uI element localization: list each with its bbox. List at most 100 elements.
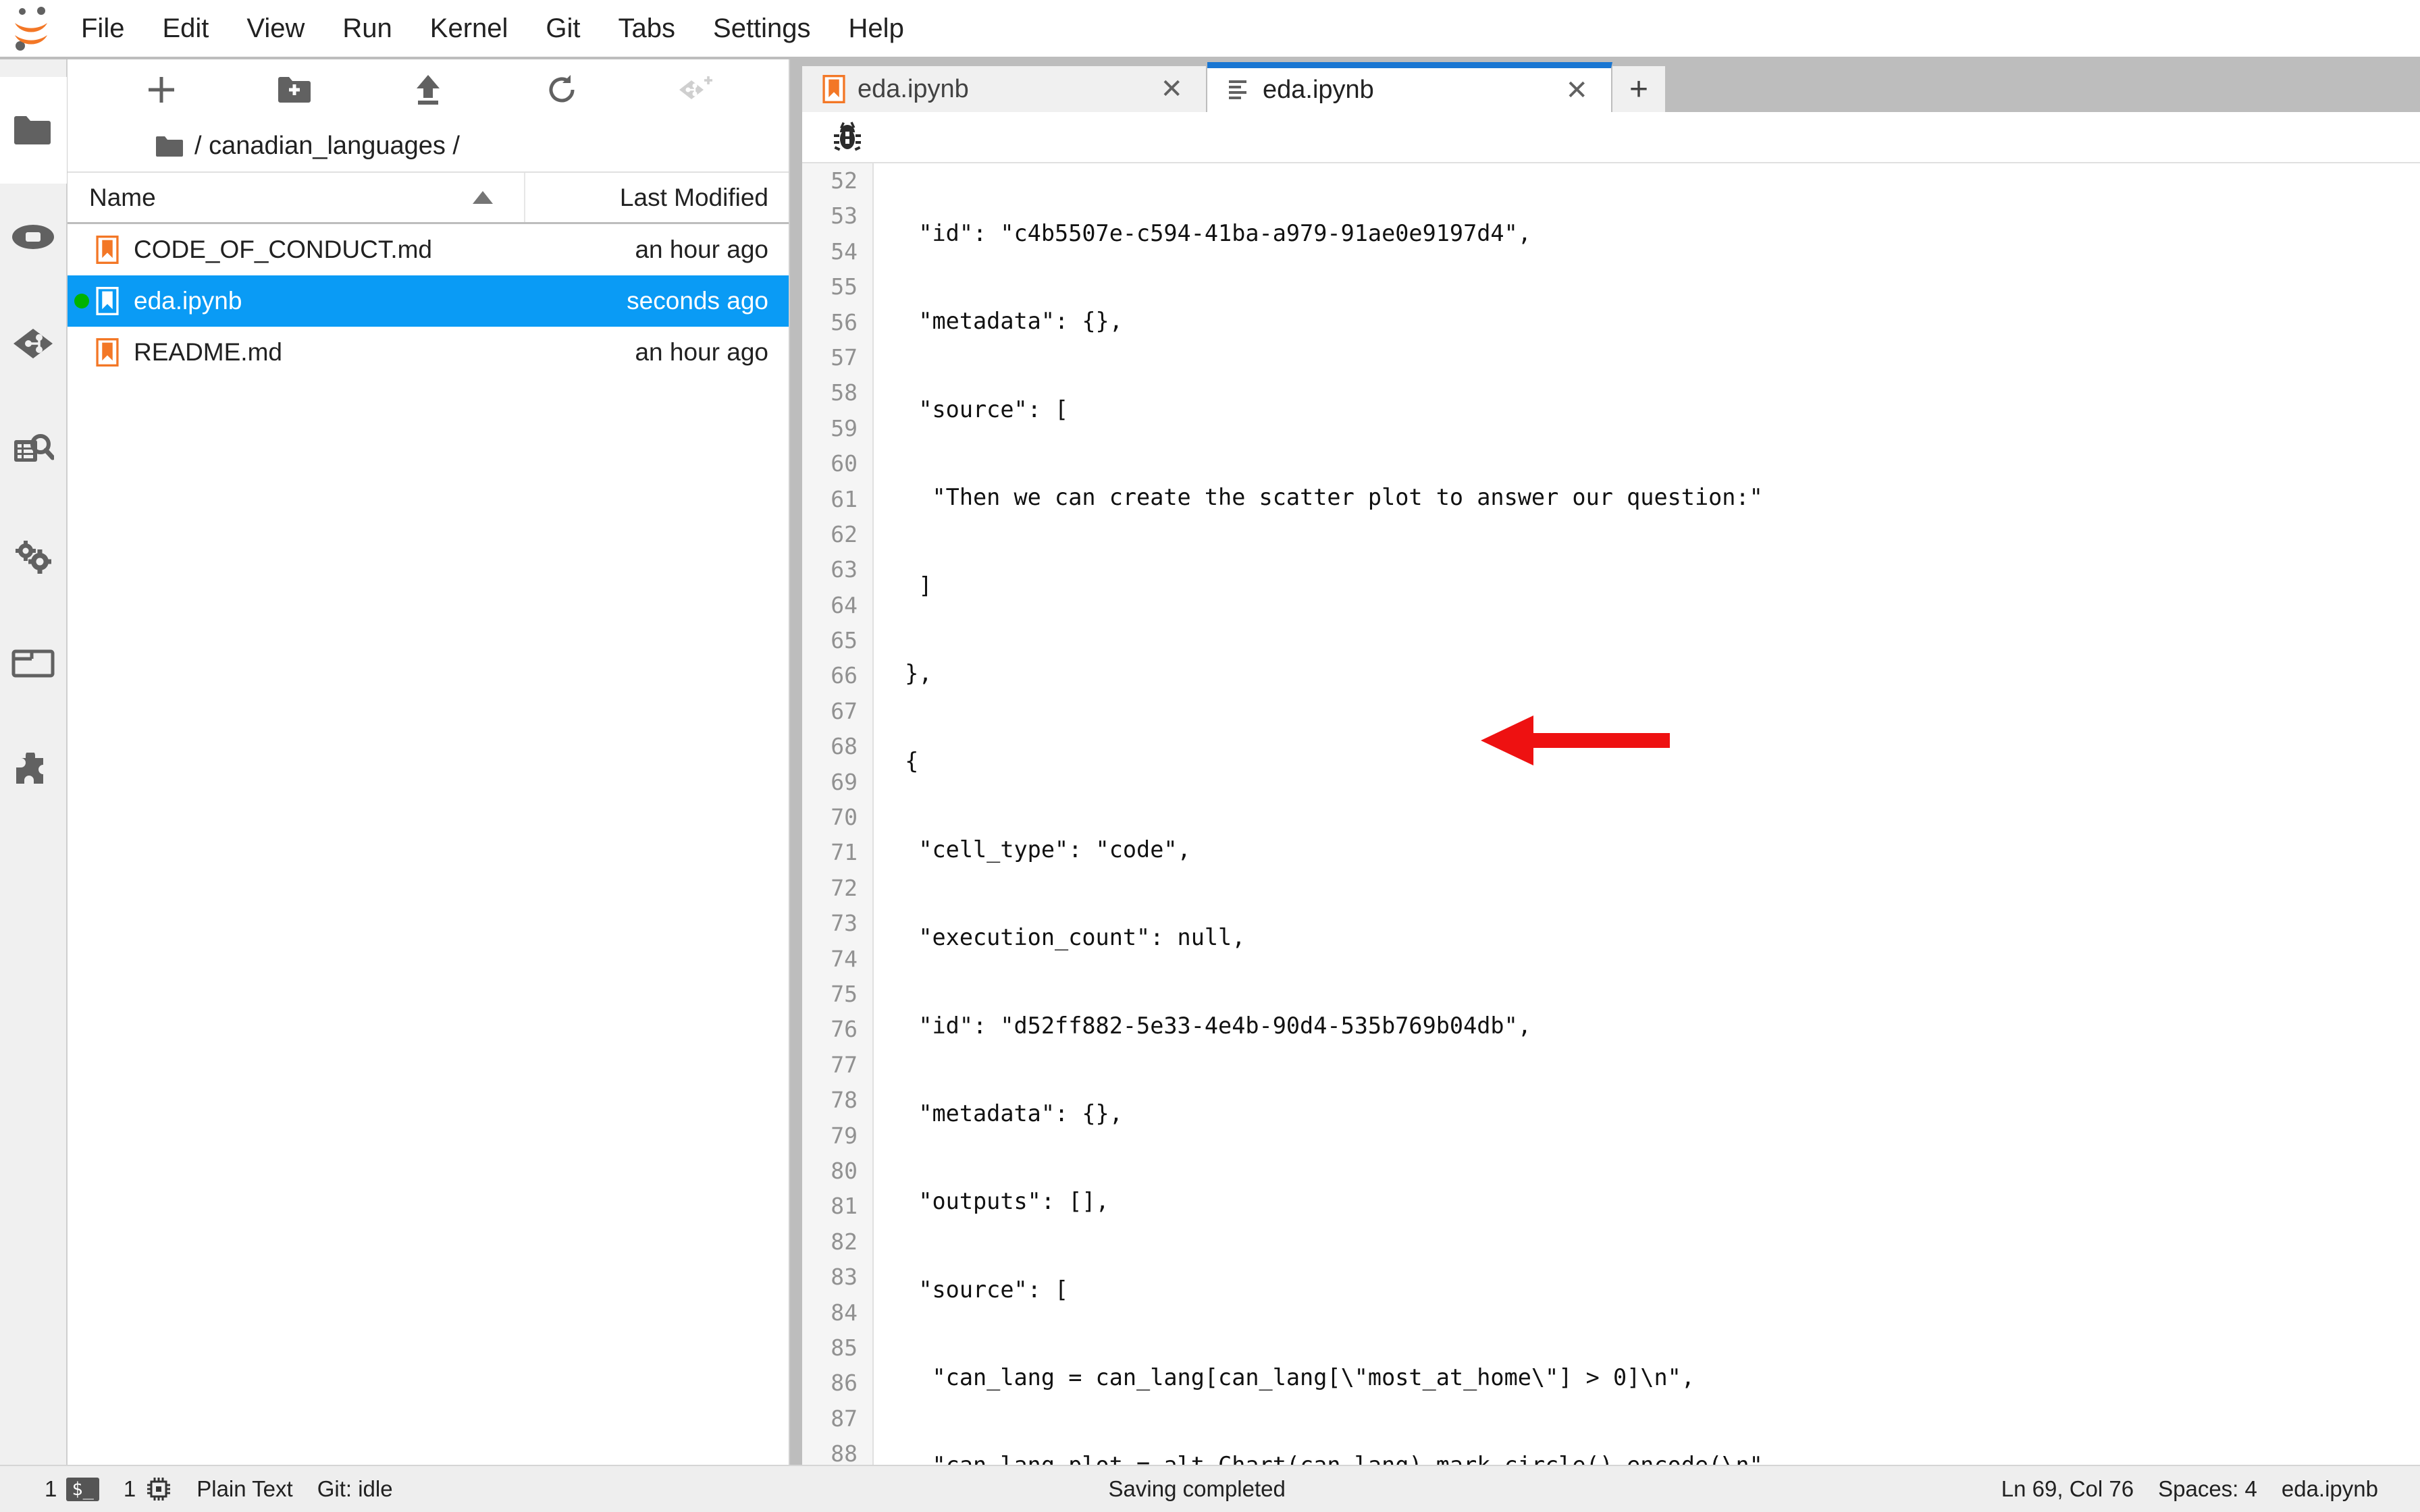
menu-help[interactable]: Help (830, 7, 923, 51)
line-number: 74 (831, 945, 858, 972)
code-line: ] (891, 572, 932, 599)
sidebar-item-property-inspector[interactable] (0, 397, 67, 504)
code-line: "can_lang = can_lang[can_lang[\"most_at_… (891, 1364, 1695, 1391)
kernels-count: 1 (123, 1476, 136, 1501)
file-name-label: eda.ipynb (134, 287, 242, 315)
tab-eda-notebook[interactable]: eda.ipynb ✕ (802, 66, 1207, 112)
file-browser-toolbar (68, 59, 789, 120)
terminal-icon: $_ (66, 1477, 99, 1501)
menu-git[interactable]: Git (527, 7, 599, 51)
code-line: "outputs": [], (891, 1188, 1109, 1215)
terminals-status[interactable]: 1 $_ (32, 1476, 111, 1502)
line-number: 86 (831, 1370, 858, 1397)
list-item[interactable]: eda.ipynb seconds ago (68, 275, 789, 327)
file-name-label: README.md (134, 338, 282, 366)
menu-tabs[interactable]: Tabs (600, 7, 695, 51)
line-number: 79 (831, 1122, 858, 1149)
line-number: 83 (831, 1264, 858, 1291)
new-launcher-button[interactable] (95, 59, 228, 120)
notebook-file-icon (96, 287, 119, 315)
main-body: / canadian_languages / Name Last Modifie… (0, 59, 2420, 1465)
menu-file[interactable]: File (62, 7, 143, 51)
list-item[interactable]: CODE_OF_CONDUCT.md an hour ago (68, 224, 789, 275)
tab-eda-editor[interactable]: eda.ipynb ✕ (1207, 62, 1612, 112)
line-number-gutter: 52 53 54 55 56 57 58 59 60 61 62 63 64 6… (802, 163, 874, 1465)
tab-label: eda.ipynb (858, 74, 969, 103)
code-line: "metadata": {}, (891, 1100, 1123, 1127)
line-number: 65 (831, 627, 858, 654)
code-line: "execution_count": null, (891, 924, 1246, 951)
sidebar-item-table-of-contents[interactable] (0, 610, 67, 717)
code-line: "id": "c4b5507e-c594-41ba-a979-91ae0e919… (891, 220, 1531, 246)
line-number: 60 (831, 450, 858, 477)
line-number: 81 (831, 1193, 858, 1220)
menu-run[interactable]: Run (323, 7, 411, 51)
kernel-chip-icon (147, 1478, 171, 1501)
line-number: 70 (831, 804, 858, 831)
code-line: "source": [ (891, 396, 1069, 423)
file-list-header: Name Last Modified (68, 173, 789, 224)
status-right-group: Ln 69, Col 76 Spaces: 4 eda.ipynb (1989, 1476, 2420, 1502)
line-number: 58 (831, 379, 858, 406)
line-number: 82 (831, 1228, 858, 1255)
line-number: 55 (831, 273, 858, 300)
sidebar-item-running-terminals[interactable] (0, 184, 67, 290)
line-number: 78 (831, 1087, 858, 1114)
sidebar-item-extension-settings[interactable] (0, 504, 67, 610)
bug-icon[interactable] (826, 116, 868, 158)
list-item[interactable]: README.md an hour ago (68, 327, 789, 378)
indentation-status[interactable]: Spaces: 4 (2146, 1476, 2269, 1502)
column-header-name[interactable]: Name (68, 173, 525, 222)
status-message-group: Saving completed (405, 1476, 1989, 1502)
menu-items: File Edit View Run Kernel Git Tabs Setti… (62, 7, 923, 51)
column-header-last-modified[interactable]: Last Modified (525, 173, 789, 222)
new-folder-icon[interactable] (228, 59, 362, 120)
menu-kernel[interactable]: Kernel (411, 7, 527, 51)
upload-icon[interactable] (361, 59, 495, 120)
new-tab-button[interactable]: + (1612, 66, 1665, 112)
close-icon[interactable]: ✕ (1561, 75, 1592, 106)
jupyterlab-window: File Edit View Run Kernel Git Tabs Setti… (0, 0, 2420, 1512)
line-number: 64 (831, 591, 858, 618)
current-file-status[interactable]: eda.ipynb (2269, 1476, 2390, 1502)
status-message: Saving completed (1108, 1476, 1286, 1501)
tab-label: eda.ipynb (1263, 76, 1374, 104)
line-number: 54 (831, 238, 858, 265)
terminals-count: 1 (45, 1476, 57, 1501)
kernels-status[interactable]: 1 (111, 1476, 184, 1503)
sidebar-item-extension-manager[interactable] (0, 717, 67, 824)
code-line: "id": "d52ff882-5e33-4e4b-90d4-535b769b0… (891, 1012, 1531, 1039)
line-number: 62 (831, 520, 858, 547)
sidebar-item-git[interactable] (0, 290, 67, 397)
menu-settings[interactable]: Settings (694, 7, 830, 51)
line-number: 87 (831, 1405, 858, 1432)
kernel-running-indicator (74, 294, 89, 308)
cursor-position-status[interactable]: Ln 69, Col 76 (1989, 1476, 2146, 1502)
menu-edit[interactable]: Edit (143, 7, 228, 51)
main-dock-area: eda.ipynb ✕ eda.ipynb ✕ + 52 53 54 55 56… (790, 59, 2420, 1465)
sidebar-item-file-browser[interactable] (0, 77, 67, 184)
close-icon[interactable]: ✕ (1156, 74, 1187, 105)
editor-mode-status[interactable]: Plain Text (184, 1476, 305, 1502)
git-status[interactable]: Git: idle (305, 1476, 405, 1502)
file-browser-panel: / canadian_languages / Name Last Modifie… (68, 59, 790, 1465)
code-line: }, (891, 659, 932, 686)
code-editor[interactable]: 52 53 54 55 56 57 58 59 60 61 62 63 64 6… (802, 162, 2420, 1465)
file-name-cell: CODE_OF_CONDUCT.md (68, 236, 525, 264)
sort-ascending-icon (473, 191, 493, 204)
markdown-file-icon (96, 236, 119, 264)
git-clone-icon[interactable] (628, 59, 762, 120)
breadcrumb-path: / canadian_languages / (194, 131, 460, 160)
menu-view[interactable]: View (228, 7, 323, 51)
editor-panel: 52 53 54 55 56 57 58 59 60 61 62 63 64 6… (802, 112, 2420, 1465)
tab-bar: eda.ipynb ✕ eda.ipynb ✕ + (790, 59, 2420, 112)
column-header-name-label: Name (89, 183, 156, 211)
breadcrumb[interactable]: / canadian_languages / (68, 120, 789, 173)
line-number: 68 (831, 733, 858, 760)
code-lines[interactable]: "id": "c4b5507e-c594-41ba-a979-91ae0e919… (874, 163, 2420, 1465)
line-number: 56 (831, 308, 858, 335)
status-left-group: 1 $_ 1 Plain Text Git: idle (0, 1476, 405, 1503)
line-number: 77 (831, 1051, 858, 1078)
line-number: 84 (831, 1299, 858, 1326)
refresh-icon[interactable] (495, 59, 629, 120)
